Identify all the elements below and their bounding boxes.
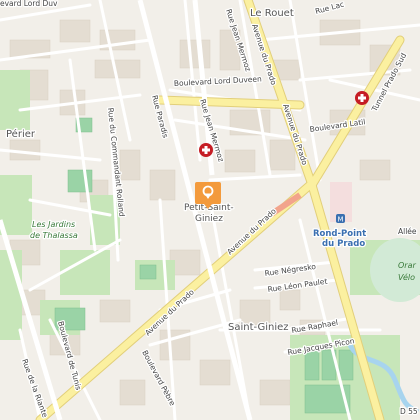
place-jardins-1: Les Jardins [32, 220, 75, 229]
place-le-rouet: Le Rouet [250, 8, 294, 19]
place-velo-2: Vélo [398, 272, 415, 282]
map-view[interactable]: evard Lord Duv Rue Paradis Rue Jean Merm… [0, 0, 420, 420]
place-perier: Périer [6, 128, 36, 140]
road-d55: D 55 [400, 407, 418, 416]
metro-icon[interactable]: M [336, 214, 345, 224]
hospital-cross-icon[interactable] [355, 91, 369, 105]
street-bd-lord-duveen-top: evard Lord Duv [0, 0, 58, 8]
place-saint-giniez: Saint-Giniez [228, 322, 289, 333]
place-petit-saint-giniez-2: Giniez [195, 214, 223, 224]
hospital-cross-icon[interactable] [199, 143, 213, 157]
place-rond-point-1: Rond-Point [313, 229, 366, 239]
street-allee: Allée [398, 227, 417, 236]
svg-text:M: M [337, 216, 343, 224]
map-canvas: evard Lord Duv Rue Paradis Rue Jean Merm… [0, 0, 420, 420]
place-velo-1: Orar [398, 261, 416, 270]
place-jardins-2: de Thalassa [30, 231, 78, 240]
place-rond-point-2: du Prado [322, 239, 365, 249]
